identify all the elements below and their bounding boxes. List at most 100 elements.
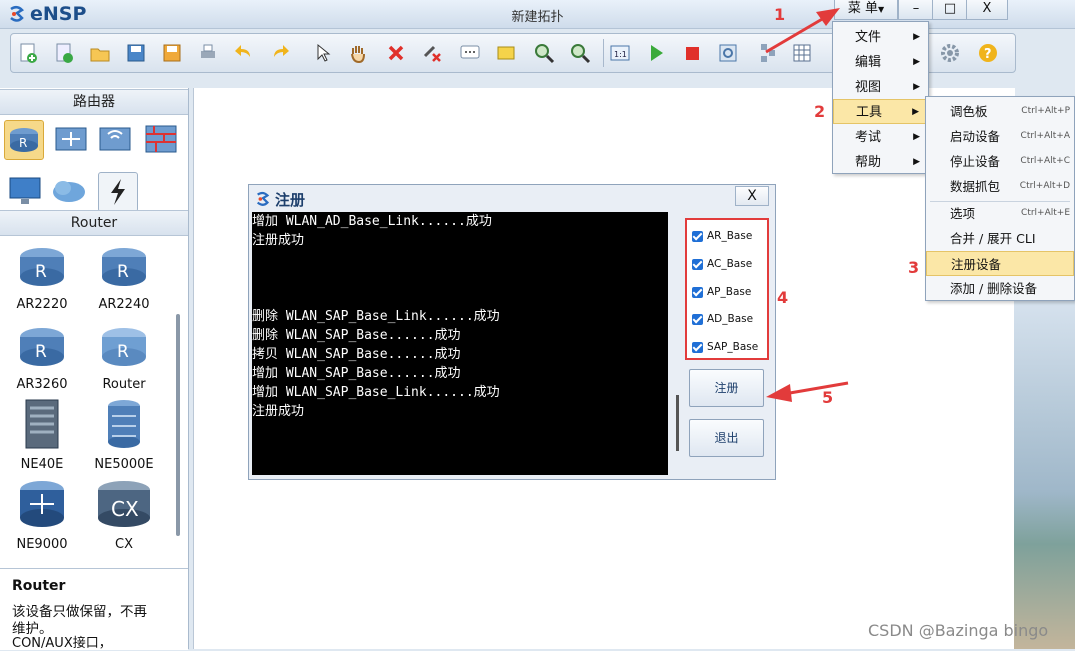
checkbox-sap-base[interactable]: SAP_Base xyxy=(692,341,758,353)
menu-item-help[interactable]: 帮助 ▶ xyxy=(833,150,928,175)
submenu-arrow-icon: ▶ xyxy=(912,107,919,117)
print-icon[interactable] xyxy=(197,42,219,64)
checkbox-ap-base[interactable]: AP_Base xyxy=(692,286,751,298)
console-scrollbar[interactable] xyxy=(676,395,679,451)
submenu-arrow-icon: ▶ xyxy=(913,57,920,67)
router-icon: R xyxy=(20,328,64,366)
save-as-icon[interactable] xyxy=(161,42,183,64)
dialog-close-button[interactable]: X xyxy=(735,186,769,206)
core-router-icon xyxy=(108,400,140,448)
device-label: Router xyxy=(102,377,146,392)
svg-text:R: R xyxy=(117,342,129,362)
submenu-arrow-icon: ▶ xyxy=(913,32,920,42)
checkbox-checked-icon xyxy=(692,230,703,242)
checkbox-ad-base[interactable]: AD_Base xyxy=(692,313,753,325)
firewall-category-icon[interactable] xyxy=(142,120,180,158)
menu-item-palette[interactable]: 调色板 Ctrl+Alt+P xyxy=(926,99,1074,124)
new-topology-icon[interactable] xyxy=(17,42,39,64)
device-ne40e[interactable]: NE40E xyxy=(2,398,82,472)
help-icon[interactable]: ? xyxy=(977,42,999,64)
start-device-icon[interactable] xyxy=(645,42,667,64)
log-line: 增加 WLAN_SAP_Base_Link......成功 xyxy=(252,385,500,400)
delete-link-icon[interactable] xyxy=(421,42,443,64)
menu-item-merge-cli[interactable]: 合并 / 展开 CLI xyxy=(926,226,1074,251)
pc-category-icon[interactable] xyxy=(6,172,44,210)
cx-router-icon: CX xyxy=(98,481,150,527)
device-title: Router xyxy=(0,210,188,236)
menu-item-register-device[interactable]: 注册设备 xyxy=(926,251,1074,276)
svg-text:CX: CX xyxy=(111,497,139,521)
save-icon[interactable] xyxy=(125,42,147,64)
annotation-arrow-icon xyxy=(765,8,840,54)
menu-item-add-remove-device[interactable]: 添加 / 删除设备 xyxy=(926,276,1074,301)
cloud-category-icon[interactable] xyxy=(50,172,88,210)
log-line: 拷贝 WLAN_SAP_Base......成功 xyxy=(252,347,461,362)
dialog-title: 注册 xyxy=(275,190,306,209)
device-router[interactable]: R Router xyxy=(84,324,164,392)
log-line: 增加 WLAN_SAP_Base......成功 xyxy=(252,366,461,381)
svg-text:1:1: 1:1 xyxy=(614,50,627,59)
maximize-button[interactable]: □ xyxy=(932,0,968,20)
new-lab-icon[interactable] xyxy=(53,42,75,64)
wireless-category-icon[interactable] xyxy=(96,120,134,158)
device-label: NE5000E xyxy=(94,457,154,472)
menu-item-stop-device[interactable]: 停止设备 Ctrl+Alt+C xyxy=(926,149,1074,174)
device-label: NE9000 xyxy=(16,537,68,552)
device-cx[interactable]: CX CX xyxy=(84,478,164,552)
zoom-out-icon[interactable] xyxy=(569,42,591,64)
menu-item-exam[interactable]: 考试 ▶ xyxy=(833,125,928,150)
exit-button[interactable]: 退出 xyxy=(689,419,764,457)
dialog-title-bar: 注册 xyxy=(255,188,305,210)
close-button[interactable]: X xyxy=(966,0,1008,20)
redo-icon[interactable] xyxy=(269,42,291,64)
device-ne5000e[interactable]: NE5000E xyxy=(84,398,164,472)
log-line: 注册成功 xyxy=(252,404,305,419)
annotation-number: 2 xyxy=(814,102,826,121)
menu-item-view[interactable]: 视图 ▶ xyxy=(833,75,928,100)
connection-category-icon[interactable] xyxy=(98,172,138,212)
router-icon: R xyxy=(102,248,146,286)
device-panel: 路由器 R Router R AR2220 R AR2240 R AR3260 … xyxy=(0,88,189,649)
device-ar2220[interactable]: R AR2220 xyxy=(2,244,82,312)
select-pointer-icon[interactable] xyxy=(311,42,333,64)
menu-item-capture[interactable]: 数据抓包 Ctrl+Alt+D xyxy=(926,174,1074,199)
watermark: CSDN @Bazinga bingo xyxy=(868,621,1049,640)
register-dialog: 注册 X 增加 WLAN_AD_Base_Link......成功 注册成功 删… xyxy=(248,184,776,480)
text-note-icon[interactable] xyxy=(459,42,481,64)
hand-pan-icon[interactable] xyxy=(347,42,369,64)
submenu-arrow-icon: ▶ xyxy=(913,132,920,142)
checkbox-checked-icon xyxy=(692,286,703,298)
zoom-in-icon[interactable] xyxy=(533,42,555,64)
device-ar2240[interactable]: R AR2240 xyxy=(84,244,164,312)
svg-text:R: R xyxy=(35,342,47,362)
rectangle-tool-icon[interactable] xyxy=(495,42,517,64)
menu-item-tools[interactable]: 工具 ▶ xyxy=(833,99,928,124)
router-icon: R xyxy=(20,248,64,286)
switch-category-icon[interactable] xyxy=(52,120,90,158)
description-title: Router xyxy=(12,578,66,594)
menu-item-options[interactable]: 选项 Ctrl+Alt+E xyxy=(926,201,1074,226)
device-label: CX xyxy=(115,537,133,552)
desktop-background xyxy=(1014,300,1075,649)
router-category-icon[interactable]: R xyxy=(4,120,44,160)
open-folder-icon[interactable] xyxy=(89,42,111,64)
checkbox-checked-icon xyxy=(692,341,703,353)
log-line: 增加 WLAN_AD_Base_Link......成功 xyxy=(252,214,492,229)
fit-screen-icon[interactable]: 1:1 xyxy=(609,42,631,64)
device-ar3260[interactable]: R AR3260 xyxy=(2,324,82,392)
checkbox-ac-base[interactable]: AC_Base xyxy=(692,258,752,270)
stop-device-icon[interactable] xyxy=(681,42,703,64)
menu-item-start-device[interactable]: 启动设备 Ctrl+Alt+A xyxy=(926,124,1074,149)
minimize-button[interactable]: – xyxy=(898,0,934,20)
device-list-scrollbar[interactable] xyxy=(176,314,180,536)
delete-icon[interactable] xyxy=(385,42,407,64)
capture-icon[interactable] xyxy=(717,42,739,64)
undo-icon[interactable] xyxy=(233,42,255,64)
device-ne9000[interactable]: NE9000 xyxy=(2,478,82,552)
gear-icon[interactable] xyxy=(939,42,961,64)
checkbox-ar-base[interactable]: AR_Base xyxy=(692,230,752,242)
device-label: AR2220 xyxy=(16,297,68,312)
register-button[interactable]: 注册 xyxy=(689,369,764,407)
main-menu-label: 菜 单 xyxy=(847,1,878,16)
core-router-icon xyxy=(20,481,64,527)
